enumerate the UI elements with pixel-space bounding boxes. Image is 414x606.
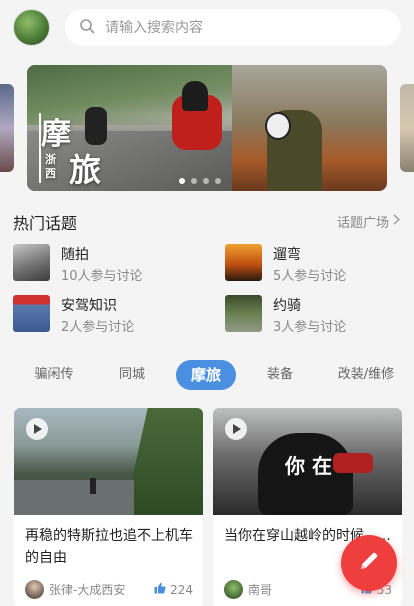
sunset-ride-thumb	[225, 244, 262, 281]
hot-topics-title: 热门话题	[13, 214, 78, 233]
image-caption: 你 在	[285, 454, 332, 478]
motorcycle-photo-thumb	[13, 244, 50, 281]
topic-item[interactable]: 约骑 3人参与讨论	[225, 295, 405, 335]
topic-meta: 3人参与讨论	[273, 320, 347, 335]
tab-item[interactable]: 骗闲传	[22, 360, 86, 390]
topic-meta: 2人参与讨论	[61, 320, 135, 335]
tab-item[interactable]: 装备	[252, 360, 308, 390]
banner-next-peek[interactable]	[400, 84, 414, 172]
post-title: 再稳的特斯拉也追不上机车的自由	[25, 528, 193, 566]
carousel-dot[interactable]	[179, 178, 185, 184]
category-tabs: 骗闲传 同城 摩旅 装备 改装/维修	[0, 360, 414, 390]
user-avatar[interactable]	[13, 9, 50, 46]
topic-name: 随拍	[61, 247, 89, 263]
tab-item[interactable]: 同城	[104, 360, 160, 390]
play-icon[interactable]	[26, 418, 48, 440]
search-input[interactable]	[105, 19, 375, 36]
topic-item[interactable]: 遛弯 5人参与讨论	[225, 244, 405, 284]
topic-meta: 5人参与讨论	[273, 269, 347, 284]
topic-name: 安驾知识	[61, 298, 117, 314]
chevron-right-icon	[393, 214, 401, 229]
author-avatar	[25, 580, 44, 599]
author-avatar	[224, 580, 243, 599]
banner-title-char-1: 摩	[41, 117, 71, 152]
topic-name: 遛弯	[273, 247, 301, 263]
carousel-dot[interactable]	[203, 178, 209, 184]
author-name: 南哥	[248, 583, 273, 597]
like-number: 224	[170, 582, 193, 597]
post-author[interactable]: 张律-大成西安	[25, 580, 125, 599]
post-author[interactable]: 南哥	[224, 580, 272, 599]
banner-prev-peek[interactable]	[0, 84, 14, 172]
thumbs-up-icon	[154, 582, 166, 597]
tab-item[interactable]: 改装/维修	[326, 360, 406, 390]
topic-square-label: 话题广场	[336, 216, 389, 231]
topic-meta: 10人参与讨论	[61, 269, 143, 284]
like-count[interactable]: 224	[154, 582, 193, 597]
banner-image-right	[232, 65, 387, 191]
create-post-button[interactable]	[341, 535, 397, 591]
topic-name: 约骑	[273, 298, 301, 314]
banner-subtitle: 浙西	[45, 153, 56, 180]
play-icon[interactable]	[225, 418, 247, 440]
author-name: 张律-大成西安	[49, 583, 126, 597]
carousel-dot[interactable]	[215, 178, 221, 184]
group-ride-thumb	[225, 295, 262, 332]
banner-title-char-2: 旅	[69, 151, 102, 189]
topic-square-link[interactable]: 话题广场	[336, 212, 401, 231]
topic-item[interactable]: 安驾知识 2人参与讨论	[13, 295, 193, 335]
safety-group-thumb	[13, 295, 50, 332]
topic-item[interactable]: 随拍 10人参与讨论	[13, 244, 193, 284]
carousel-dot[interactable]	[191, 178, 197, 184]
tab-item-active[interactable]: 摩旅	[176, 360, 236, 390]
search-bar[interactable]	[65, 9, 401, 46]
post-card[interactable]: 再稳的特斯拉也追不上机车的自由 张律-大成西安 224	[14, 408, 203, 606]
pencil-icon	[357, 549, 381, 577]
carousel-indicator	[179, 178, 221, 184]
banner-carousel[interactable]: 摩 浙西 旅	[27, 65, 387, 191]
search-icon	[79, 18, 95, 38]
